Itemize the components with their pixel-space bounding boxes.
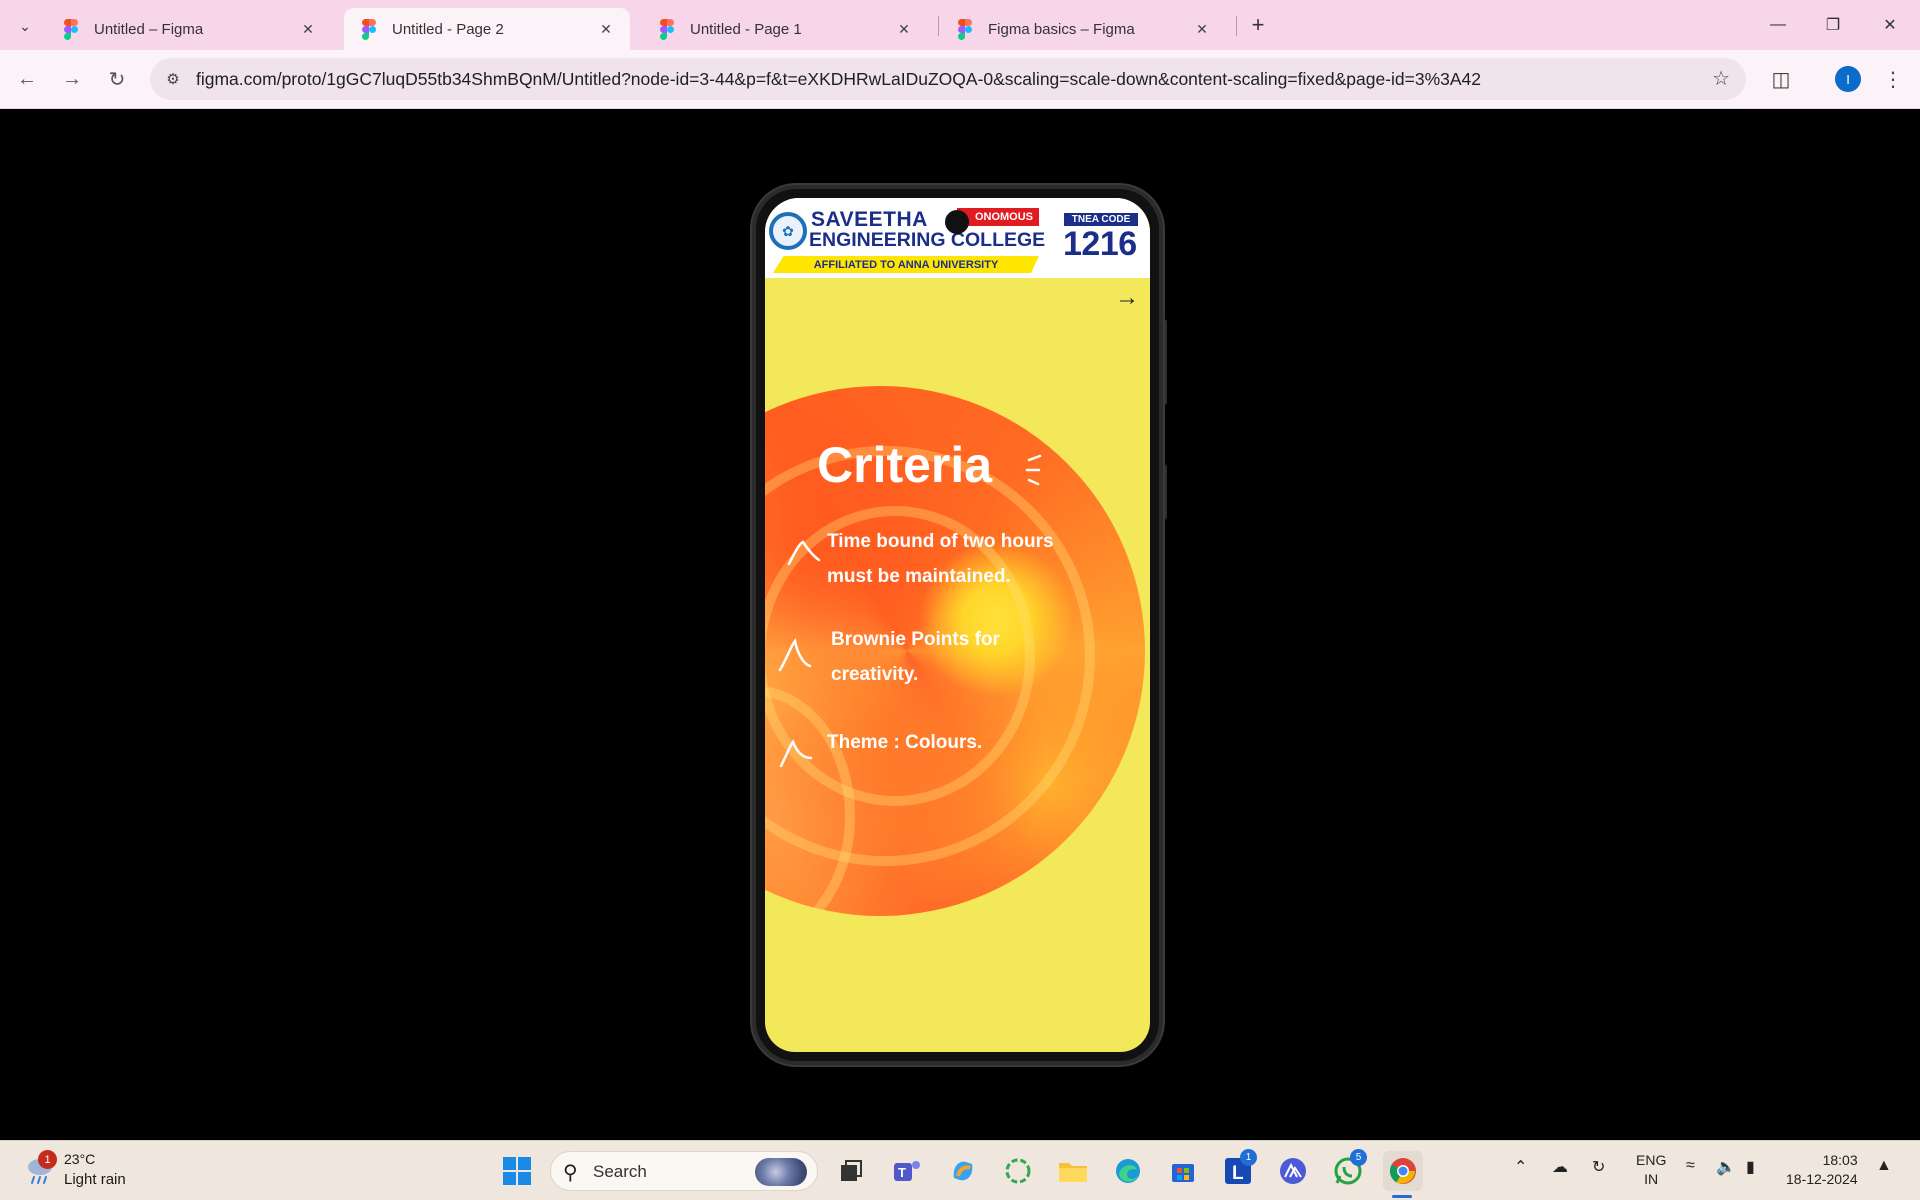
affinity-icon[interactable] bbox=[1273, 1151, 1313, 1191]
prototype-canvas: ✿ SAVEETHA ENGINEERING COLLEGE ONOMOUS A… bbox=[0, 109, 1920, 1140]
chrome-icon[interactable] bbox=[1383, 1151, 1423, 1191]
figma-icon bbox=[64, 19, 78, 40]
onedrive-cloud-icon[interactable]: ☁ bbox=[1552, 1157, 1568, 1177]
doodle-bullet-icon bbox=[778, 638, 811, 672]
tnea-code-number: 1216 bbox=[1063, 225, 1137, 263]
battery-icon[interactable]: ▮ bbox=[1746, 1157, 1755, 1177]
tab-title: Figma basics – Figma bbox=[988, 20, 1135, 38]
language-code: ENG bbox=[1636, 1152, 1667, 1168]
sync-icon[interactable]: ↻ bbox=[1592, 1157, 1605, 1177]
weather-description[interactable]: Light rain bbox=[64, 1171, 126, 1188]
autonomous-badge: ONOMOUS bbox=[957, 208, 1039, 226]
wifi-icon[interactable]: ≈ bbox=[1686, 1157, 1695, 1175]
site-settings-icon[interactable]: ⚙ bbox=[162, 68, 184, 90]
close-tab-icon[interactable]: ✕ bbox=[1192, 19, 1212, 39]
svg-text:L: L bbox=[1232, 1163, 1244, 1184]
system-clock[interactable]: 18:03 18-12-2024 bbox=[1786, 1151, 1858, 1189]
close-tab-icon[interactable]: ✕ bbox=[298, 19, 318, 39]
taskbar-search[interactable]: ⚲ Search bbox=[550, 1151, 818, 1191]
minimize-icon[interactable]: — bbox=[1758, 10, 1798, 40]
bookmark-star-icon[interactable]: ☆ bbox=[1712, 66, 1730, 91]
tab-untitled-page-1[interactable]: Untitled - Page 1 ✕ bbox=[642, 8, 928, 50]
weather-temperature[interactable]: 23°C bbox=[64, 1151, 95, 1167]
criteria-item-3: Theme : Colours. bbox=[827, 732, 983, 753]
file-explorer-icon[interactable] bbox=[1053, 1151, 1093, 1191]
criteria-title: Criteria bbox=[817, 437, 993, 493]
tab-untitled-page-2[interactable]: Untitled - Page 2 ✕ bbox=[344, 8, 630, 50]
phone-side-button bbox=[1163, 319, 1167, 405]
edge-browser-icon[interactable] bbox=[1108, 1151, 1148, 1191]
next-arrow-icon[interactable]: → bbox=[1115, 284, 1139, 312]
tab-title: Untitled - Page 1 bbox=[690, 20, 802, 38]
prototype-screen: ✿ SAVEETHA ENGINEERING COLLEGE ONOMOUS A… bbox=[765, 198, 1150, 1052]
browser-toolbar: ← → ↻ ⚙ figma.com/proto/1gGC7luqD55tb34S… bbox=[0, 50, 1920, 109]
close-tab-icon[interactable]: ✕ bbox=[894, 19, 914, 39]
figma-icon bbox=[958, 19, 972, 40]
copilot-icon[interactable] bbox=[943, 1151, 983, 1191]
figma-icon bbox=[660, 19, 674, 40]
notification-bell-icon[interactable]: ▲ bbox=[1876, 1157, 1892, 1175]
active-app-indicator bbox=[1392, 1195, 1412, 1198]
profile-avatar[interactable]: I bbox=[1835, 66, 1861, 92]
doodle-bullet-icon bbox=[779, 739, 813, 768]
refresh-app-icon[interactable] bbox=[998, 1151, 1038, 1191]
clock-date: 18-12-2024 bbox=[1786, 1171, 1858, 1187]
teams-icon[interactable]: T bbox=[887, 1151, 927, 1191]
criteria-item-2-line2: creativity. bbox=[831, 664, 919, 685]
close-tab-icon[interactable]: ✕ bbox=[596, 19, 616, 39]
tab-separator bbox=[938, 16, 939, 36]
tab-title: Untitled - Page 2 bbox=[392, 20, 504, 38]
back-arrow-icon[interactable]: ← bbox=[10, 62, 44, 96]
criteria-item-1-line1: Time bound of two hours bbox=[827, 531, 1054, 552]
extensions-puzzle-icon[interactable]: ◫ bbox=[1764, 62, 1798, 96]
whatsapp-badge: 5 bbox=[1350, 1149, 1367, 1166]
tab-search-chevron-icon[interactable]: ⌄ bbox=[10, 11, 40, 41]
front-camera bbox=[945, 210, 969, 234]
windows-taskbar: 1 23°C Light rain ⚲ Search T L 1 5 ⌃ ☁ ↻… bbox=[0, 1140, 1920, 1200]
tab-separator bbox=[1236, 16, 1237, 36]
task-view-icon[interactable] bbox=[831, 1151, 871, 1191]
volume-icon[interactable]: 🔈 bbox=[1716, 1157, 1736, 1177]
criteria-item-2-line1: Brownie Points for bbox=[831, 629, 1000, 650]
search-placeholder: Search bbox=[593, 1162, 647, 1181]
search-highlight-image bbox=[755, 1158, 807, 1186]
new-tab-plus-icon[interactable]: + bbox=[1244, 11, 1272, 39]
url-text[interactable]: figma.com/proto/1gGC7luqD55tb34ShmBQnM/U… bbox=[196, 69, 1481, 90]
criteria-item-1-line2: must be maintained. bbox=[827, 566, 1011, 587]
college-seal-logo: ✿ bbox=[769, 212, 807, 250]
forward-arrow-icon[interactable]: → bbox=[55, 62, 89, 96]
language-region: IN bbox=[1644, 1171, 1659, 1187]
figma-icon bbox=[362, 19, 376, 40]
weather-notification-badge: 1 bbox=[38, 1150, 57, 1169]
browser-menu-icon[interactable]: ⋮ bbox=[1880, 62, 1906, 96]
tab-untitled-figma[interactable]: Untitled – Figma ✕ bbox=[46, 8, 332, 50]
phone-side-button bbox=[1163, 464, 1167, 520]
college-name-line2: ENGINEERING COLLEGE bbox=[809, 229, 1046, 251]
doodle-bullet-icon bbox=[787, 540, 821, 566]
close-window-icon[interactable]: ✕ bbox=[1870, 10, 1910, 40]
restore-icon[interactable]: ❐ bbox=[1813, 10, 1853, 40]
clock-time: 18:03 bbox=[1822, 1152, 1858, 1168]
language-indicator[interactable]: ENG IN bbox=[1636, 1151, 1666, 1189]
search-icon: ⚲ bbox=[563, 1162, 578, 1184]
tab-title: Untitled – Figma bbox=[94, 20, 204, 38]
reload-icon[interactable]: ↻ bbox=[100, 62, 134, 96]
sparkle-icon bbox=[1025, 454, 1042, 486]
tab-strip: ⌄ Untitled – Figma ✕ Untitled - Page 2 ✕… bbox=[0, 0, 1920, 50]
svg-text:T: T bbox=[898, 1165, 906, 1180]
windows-start-icon[interactable] bbox=[503, 1157, 531, 1185]
phone-frame: ✿ SAVEETHA ENGINEERING COLLEGE ONOMOUS A… bbox=[752, 185, 1163, 1065]
affiliation-strip: AFFILIATED TO ANNA UNIVERSITY bbox=[773, 256, 1039, 273]
l-app-badge: 1 bbox=[1240, 1149, 1257, 1166]
microsoft-store-icon[interactable] bbox=[1163, 1151, 1203, 1191]
address-bar[interactable]: ⚙ figma.com/proto/1gGC7luqD55tb34ShmBQnM… bbox=[150, 58, 1746, 100]
show-hidden-icons-chevron-icon[interactable]: ⌃ bbox=[1514, 1157, 1527, 1177]
tab-figma-basics[interactable]: Figma basics – Figma ✕ bbox=[940, 8, 1226, 50]
